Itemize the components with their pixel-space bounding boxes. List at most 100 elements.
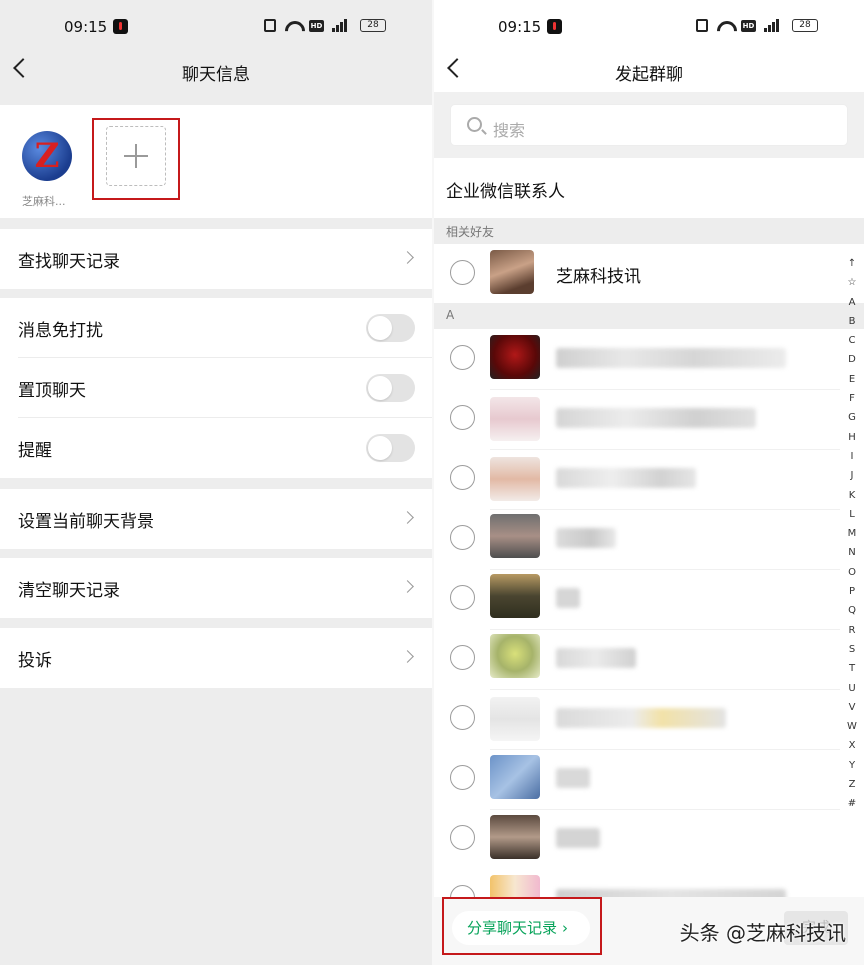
blurred-name (556, 768, 590, 788)
status-time: 09:15 (64, 18, 108, 36)
section-label: A (446, 308, 455, 322)
blurred-name (556, 408, 756, 428)
wifi-icon (716, 19, 733, 32)
chevron-right-icon (401, 650, 414, 663)
select-radio[interactable] (450, 585, 475, 610)
clear-chat-history[interactable]: 清空聊天记录 (0, 558, 432, 618)
select-radio[interactable] (450, 765, 475, 790)
index-letter[interactable]: K (846, 486, 858, 505)
remind-toggle[interactable] (366, 434, 415, 462)
index-letter[interactable]: B (846, 312, 858, 331)
index-letter[interactable]: X (846, 736, 858, 755)
index-letter[interactable]: E (846, 370, 858, 389)
list-item[interactable] (434, 569, 864, 629)
nav-bar: 发起群聊 (434, 52, 864, 92)
select-radio[interactable] (450, 260, 475, 285)
search-input[interactable]: 搜索 (450, 104, 848, 146)
index-letter[interactable]: O (846, 563, 858, 582)
alphabet-index[interactable]: ↑ ☆ A B C D E F G H I J K L M N O P Q R S T U V W X Y Z # (846, 254, 858, 814)
index-letter[interactable]: Y (846, 756, 858, 775)
avatar (490, 815, 540, 859)
index-letter[interactable]: R (846, 621, 858, 640)
index-letter[interactable]: S (846, 640, 858, 659)
index-letter[interactable]: A (846, 293, 858, 312)
index-letter[interactable]: J (846, 466, 858, 485)
index-letter[interactable]: C (846, 331, 858, 350)
chevron-right-icon (401, 580, 414, 593)
index-letter[interactable]: M (846, 524, 858, 543)
hd-icon: HD (309, 19, 324, 32)
mute-notifications-row: 消息免打扰 (0, 298, 432, 358)
wifi-icon (284, 19, 301, 32)
enterprise-contacts-label: 企业微信联系人 (446, 182, 565, 202)
list-item[interactable] (434, 809, 864, 869)
select-radio[interactable] (450, 705, 475, 730)
avatar (490, 514, 540, 558)
avatar (490, 697, 540, 741)
chevron-right-icon (401, 251, 414, 264)
blurred-name (556, 828, 600, 848)
index-letter[interactable]: H (846, 428, 858, 447)
list-item[interactable] (434, 389, 864, 449)
list-item[interactable] (434, 629, 864, 689)
list-item[interactable] (434, 749, 864, 809)
avatar (490, 397, 540, 441)
friend-name: 芝麻科技讯 (556, 267, 641, 287)
list-item[interactable] (434, 689, 864, 749)
index-letter[interactable]: N (846, 543, 858, 562)
complain-label: 投诉 (18, 651, 52, 671)
remind-label: 提醒 (18, 441, 52, 461)
select-radio[interactable] (450, 345, 475, 370)
remind-row: 提醒 (0, 418, 432, 478)
highlight-box-share (442, 897, 602, 955)
member-avatar[interactable] (22, 131, 72, 181)
list-item[interactable] (434, 449, 864, 509)
blurred-name (556, 708, 726, 728)
select-radio[interactable] (450, 825, 475, 850)
vibrate-icon (264, 19, 276, 32)
enterprise-contacts[interactable]: 企业微信联系人 (434, 158, 864, 216)
index-letter[interactable]: W (846, 717, 858, 736)
battery-icon: 28 (360, 19, 386, 32)
find-chat-history[interactable]: 查找聊天记录 (0, 229, 432, 289)
set-chat-background[interactable]: 设置当前聊天背景 (0, 489, 432, 549)
index-letter[interactable]: P (846, 582, 858, 601)
mute-toggle[interactable] (366, 314, 415, 342)
nav-bar: 聊天信息 (0, 52, 432, 92)
avatar (490, 457, 540, 501)
find-chat-history-label: 查找聊天记录 (18, 252, 120, 272)
avatar (490, 755, 540, 799)
list-item[interactable]: 芝麻科技讯 (434, 244, 864, 302)
section-label: 相关好友 (446, 225, 495, 239)
tiktok-icon (113, 19, 128, 34)
select-radio[interactable] (450, 645, 475, 670)
index-letter[interactable]: F (846, 389, 858, 408)
member-panel: 芝麻科... (0, 105, 432, 218)
status-bar: 09:15 HD 28 (0, 0, 432, 52)
index-letter[interactable]: I (846, 447, 858, 466)
index-letter[interactable]: ↑ (846, 254, 858, 273)
select-radio[interactable] (450, 525, 475, 550)
signal-icon (764, 19, 784, 32)
index-letter[interactable]: L (846, 505, 858, 524)
list-item[interactable] (434, 509, 864, 569)
complain-row[interactable]: 投诉 (0, 628, 432, 688)
list-item[interactable] (434, 329, 864, 389)
battery-icon: 28 (792, 19, 818, 32)
index-letter[interactable]: G (846, 408, 858, 427)
pin-toggle[interactable] (366, 374, 415, 402)
index-letter[interactable]: ☆ (846, 273, 858, 292)
index-letter[interactable]: V (846, 698, 858, 717)
member-name: 芝麻科... (22, 195, 66, 208)
pin-label: 置顶聊天 (18, 381, 86, 401)
index-letter[interactable]: Q (846, 601, 858, 620)
select-radio[interactable] (450, 405, 475, 430)
blurred-name (556, 528, 616, 548)
index-letter[interactable]: T (846, 659, 858, 678)
section-header-a: A (434, 303, 864, 329)
index-letter[interactable]: Z (846, 775, 858, 794)
index-letter[interactable]: D (846, 350, 858, 369)
select-radio[interactable] (450, 465, 475, 490)
index-letter[interactable]: U (846, 679, 858, 698)
index-letter[interactable]: # (846, 794, 858, 813)
